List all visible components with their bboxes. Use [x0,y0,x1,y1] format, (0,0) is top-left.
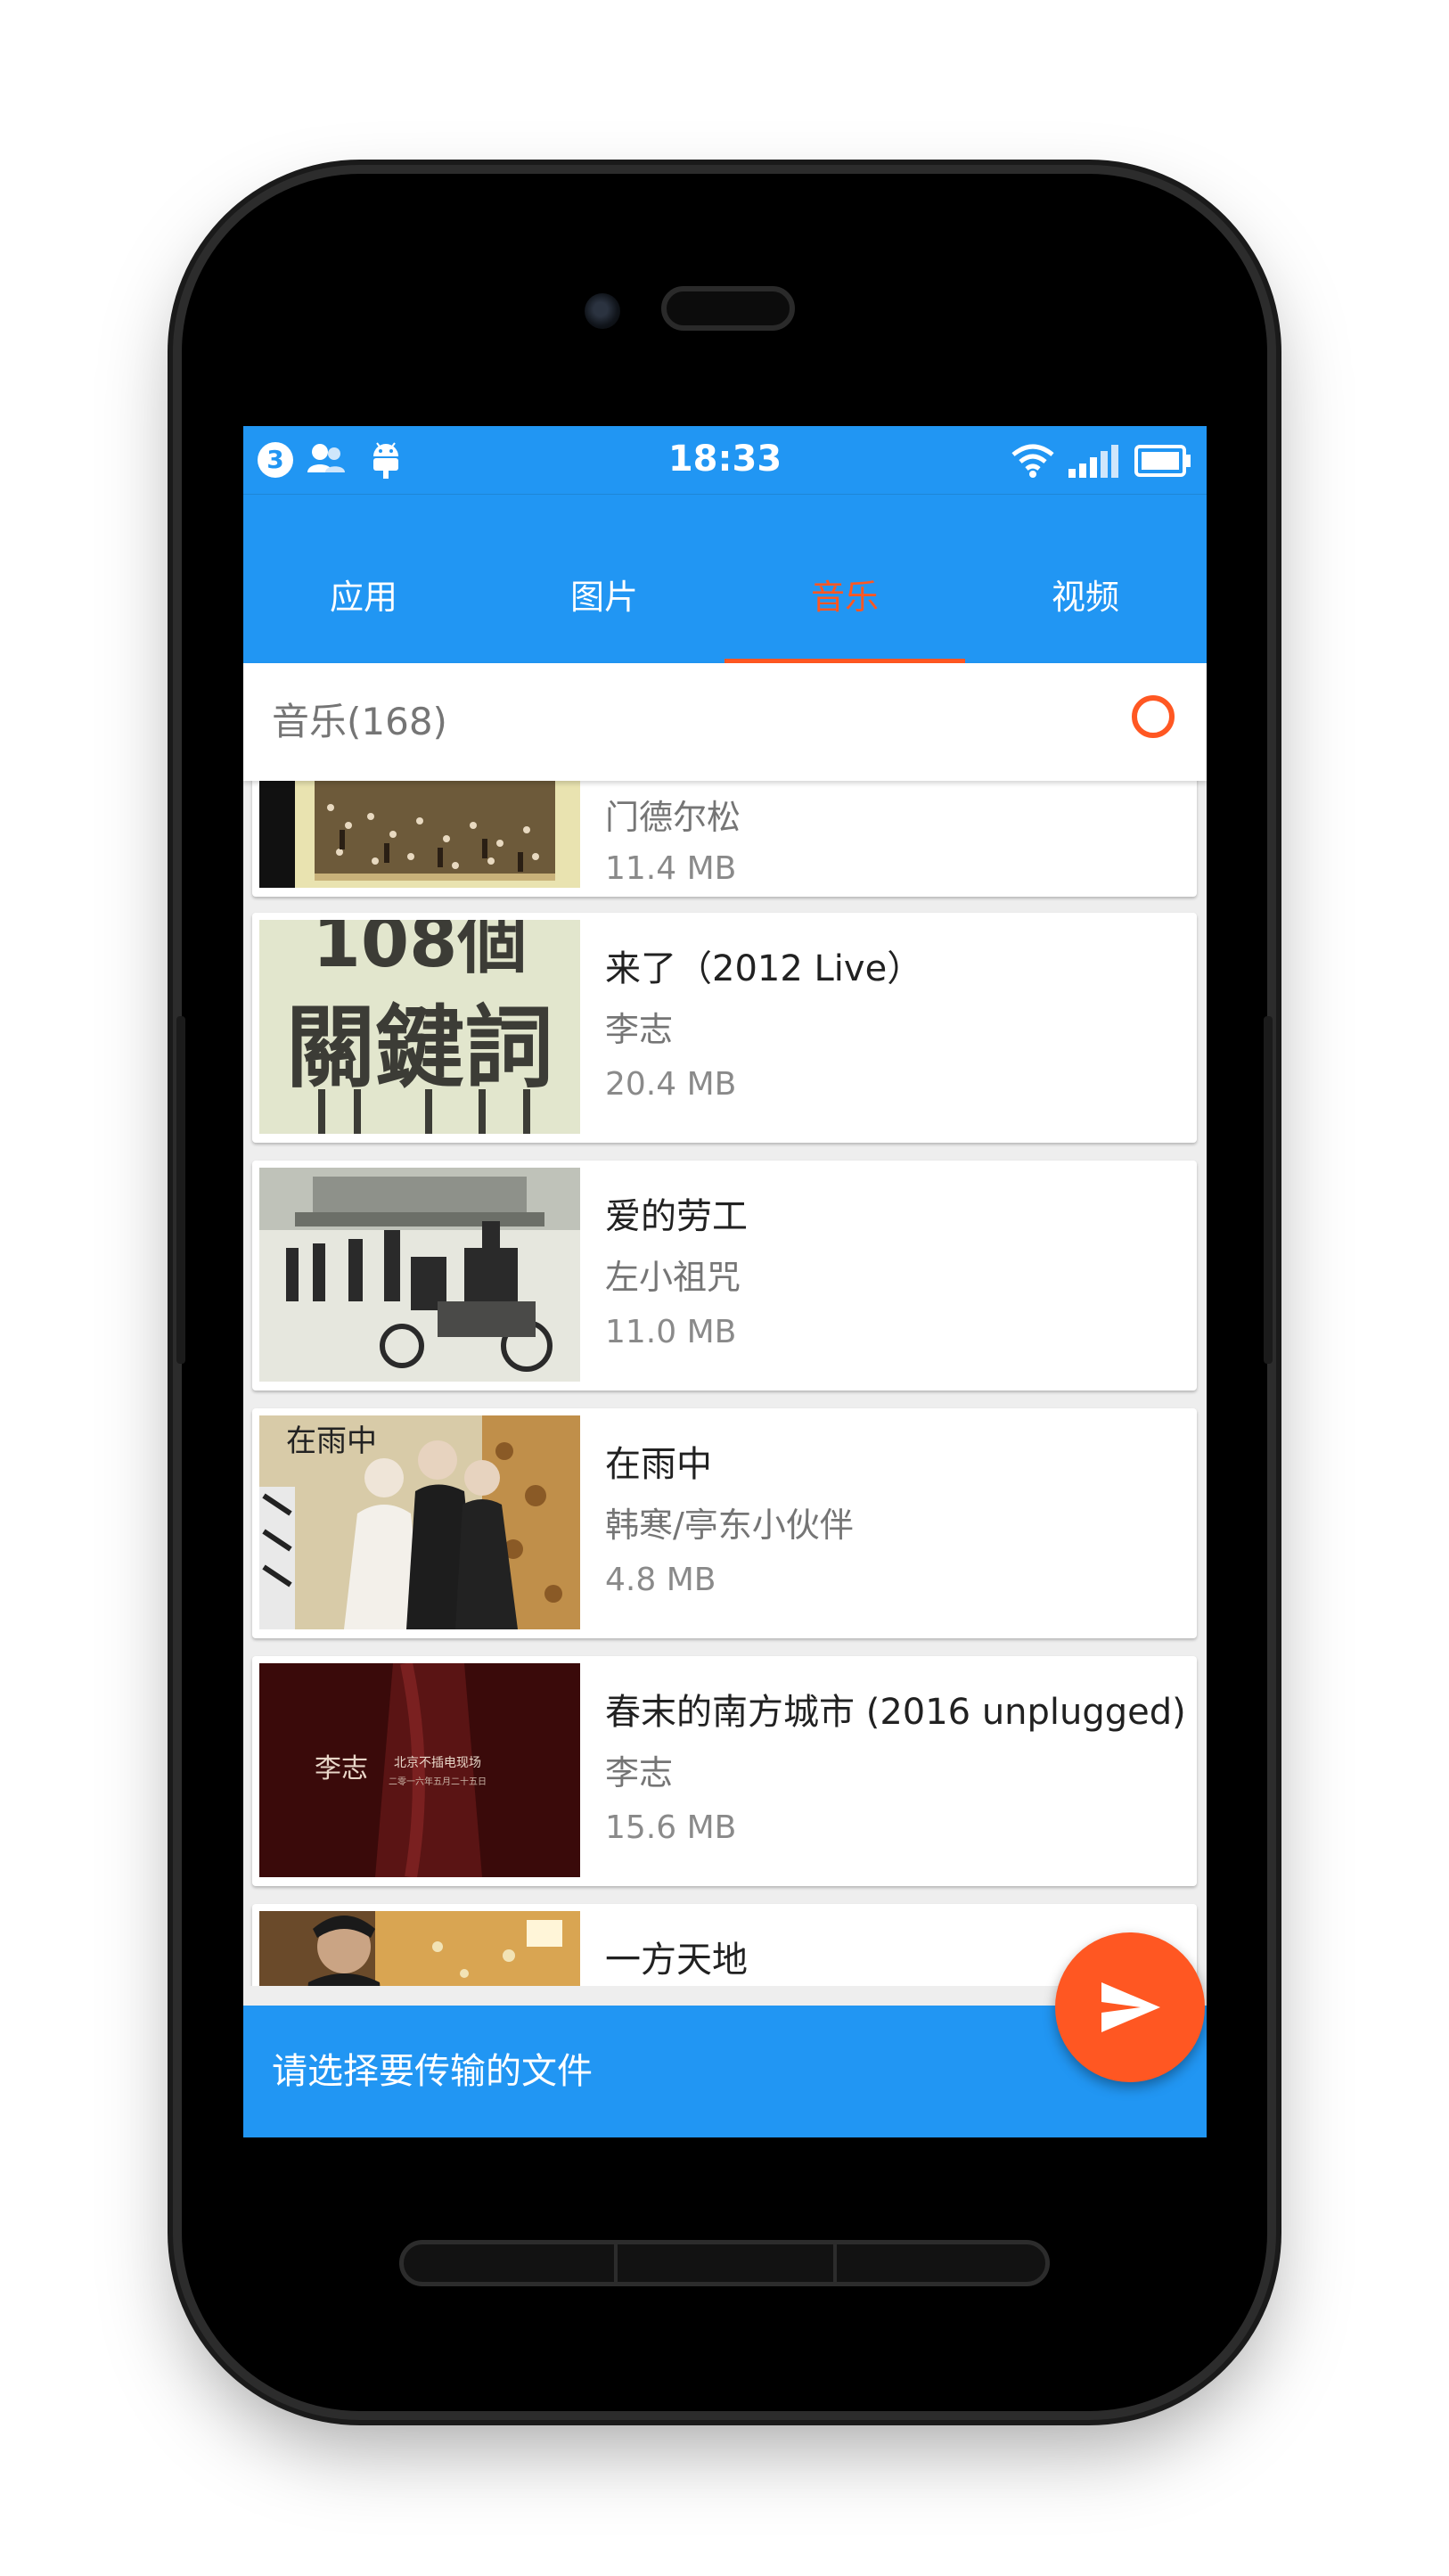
cover-text: 在雨中 [286,1423,377,1459]
app-screen: 3 18:33 应用 图片 音乐 视频 音乐(168) 门德尔松 11.4 MB… [243,426,1207,2137]
album-cover: 108個 關鍵詞 [259,920,580,1134]
send-button[interactable] [1055,1932,1205,2082]
list-item[interactable]: 一方天地 [252,1904,1197,1986]
list-item[interactable]: 爱的劳工 左小祖咒 11.0 MB [252,1161,1197,1391]
cover-text: 二零一六年五月二十五日 [389,1776,487,1787]
status-time: 18:33 [667,439,782,480]
tab-apps[interactable]: 应用 [243,495,484,664]
cover-text: 北京不插电现场 [394,1756,481,1770]
volume-button [176,1016,185,1364]
nav-key-divider [833,2244,837,2282]
transfer-prompt: 请选择要传输的文件 [272,2051,593,2092]
album-cover [259,1911,580,1986]
song-size: 15.6 MB [605,1809,737,1846]
tab-videos[interactable]: 视频 [965,495,1206,664]
send-icon [1100,1981,1162,2038]
select-all-circle-icon[interactable] [1132,695,1175,738]
cover-text: 李志 [315,1753,368,1784]
section-header: 音乐(168) [243,663,1207,781]
status-bar: 3 18:33 [243,426,1207,494]
album-cover: 在雨中 [259,1415,580,1629]
song-title: 来了（2012 Live） [605,948,923,989]
song-size: 20.4 MB [605,1066,737,1103]
album-cover: 李志 北京不插电现场 二零一六年五月二十五日 [259,1663,580,1877]
list-item[interactable]: 门德尔松 11.4 MB [252,781,1197,897]
cover-text: 關鍵詞 [286,995,553,1100]
song-size: 11.4 MB [605,850,737,887]
song-title: 一方天地 [605,1940,748,1981]
hardware-nav-keys[interactable] [399,2240,1050,2286]
song-title: 在雨中 [605,1444,712,1485]
song-artist: 李志 [605,1010,674,1049]
song-artist: 左小祖咒 [605,1258,741,1297]
tab-bar: 应用 图片 音乐 视频 [243,494,1207,664]
song-artist: 韩寒/亭东小伙伴 [605,1505,854,1545]
tab-pictures[interactable]: 图片 [484,495,724,664]
song-artist: 李志 [605,1753,674,1793]
nav-key-divider [614,2244,618,2282]
battery-icon [1134,444,1191,481]
power-button [1264,1016,1273,1364]
song-size: 4.8 MB [605,1562,716,1598]
list-item[interactable]: 108個 關鍵詞 来了（2012 Live） 李志 20.4 MB [252,913,1197,1143]
list-item[interactable]: 在雨中 在雨中 韩寒/亭东小伙伴 4.8 MB [252,1408,1197,1638]
album-cover [259,781,580,888]
song-size: 11.0 MB [605,1314,737,1350]
wifi-icon [1011,442,1054,481]
song-list[interactable]: 门德尔松 11.4 MB 108個 關鍵詞 来了（2012 Live） 李志 2… [243,781,1207,1986]
section-title: 音乐(168) [272,700,447,743]
front-camera [585,293,620,329]
song-title: 春末的南方城市 (2016 unplugged) [605,1692,1186,1733]
cover-text: 108個 [313,920,528,983]
list-item[interactable]: 李志 北京不插电现场 二零一六年五月二十五日 春末的南方城市 (2016 unp… [252,1656,1197,1886]
signal-icon [1067,444,1120,481]
song-title: 爱的劳工 [605,1196,748,1237]
song-artist: 门德尔松 [605,798,741,837]
earpiece-speaker [661,286,795,331]
album-cover [259,1168,580,1382]
tab-music[interactable]: 音乐 [724,495,965,664]
